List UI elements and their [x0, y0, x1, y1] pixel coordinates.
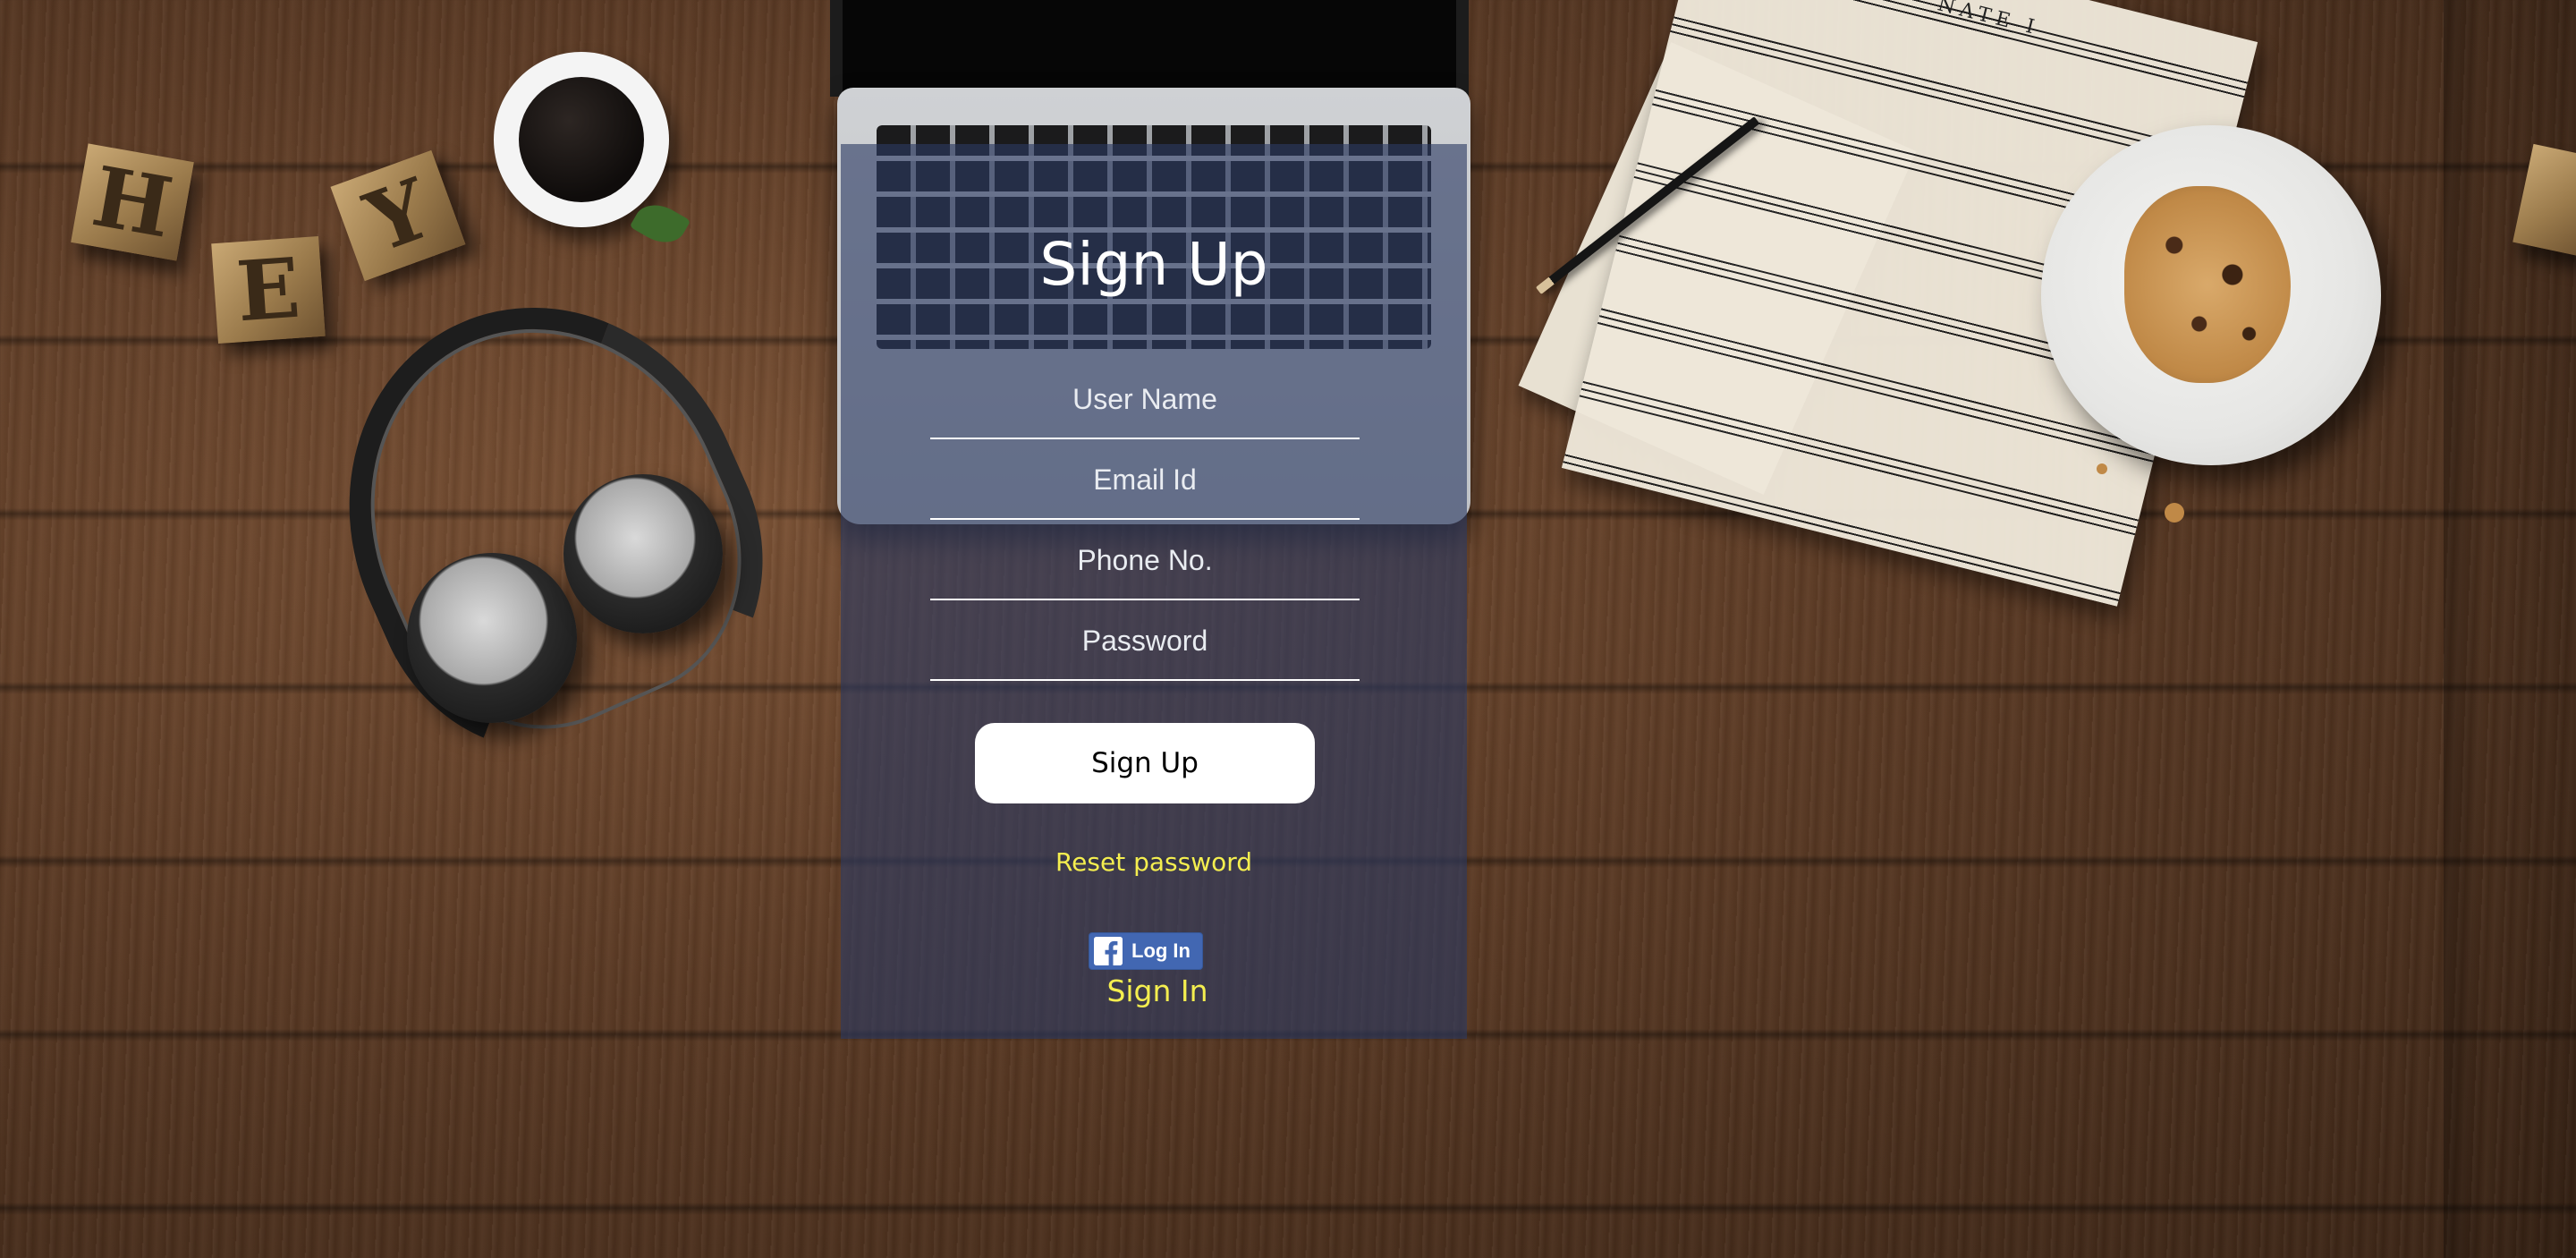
- headphones-earcup-left: [407, 553, 577, 723]
- phone-input[interactable]: [930, 522, 1360, 600]
- letter-block-e: E: [211, 235, 326, 344]
- cookie-crumb: [2165, 503, 2184, 523]
- coffee-cup-image: [494, 52, 669, 227]
- signup-button[interactable]: Sign Up: [975, 723, 1315, 803]
- headphones-earcup-right: [564, 474, 723, 633]
- laptop-screen-image: [830, 0, 1469, 97]
- cookie-image: [2124, 186, 2291, 383]
- facebook-login-button[interactable]: Log In: [1089, 932, 1203, 970]
- facebook-icon: [1094, 937, 1123, 965]
- reset-password-link[interactable]: Reset password: [841, 847, 1467, 877]
- letter-block-y: Y: [330, 149, 466, 282]
- headphones-band-image: [281, 243, 818, 802]
- signup-form: Sign Up Sign Up Reset password Log In Si…: [841, 144, 1467, 1039]
- email-input[interactable]: [930, 441, 1360, 520]
- facebook-login-label: Log In: [1131, 939, 1191, 962]
- password-input[interactable]: [930, 602, 1360, 681]
- username-input[interactable]: [930, 361, 1360, 439]
- signup-panel: Sign Up Sign Up Reset password Log In Si…: [841, 144, 1467, 1039]
- signin-link[interactable]: Sign In: [841, 973, 1467, 1008]
- cookie-crumb: [2097, 463, 2107, 474]
- letter-block-h: H: [71, 143, 194, 261]
- page-title: Sign Up: [1039, 230, 1268, 299]
